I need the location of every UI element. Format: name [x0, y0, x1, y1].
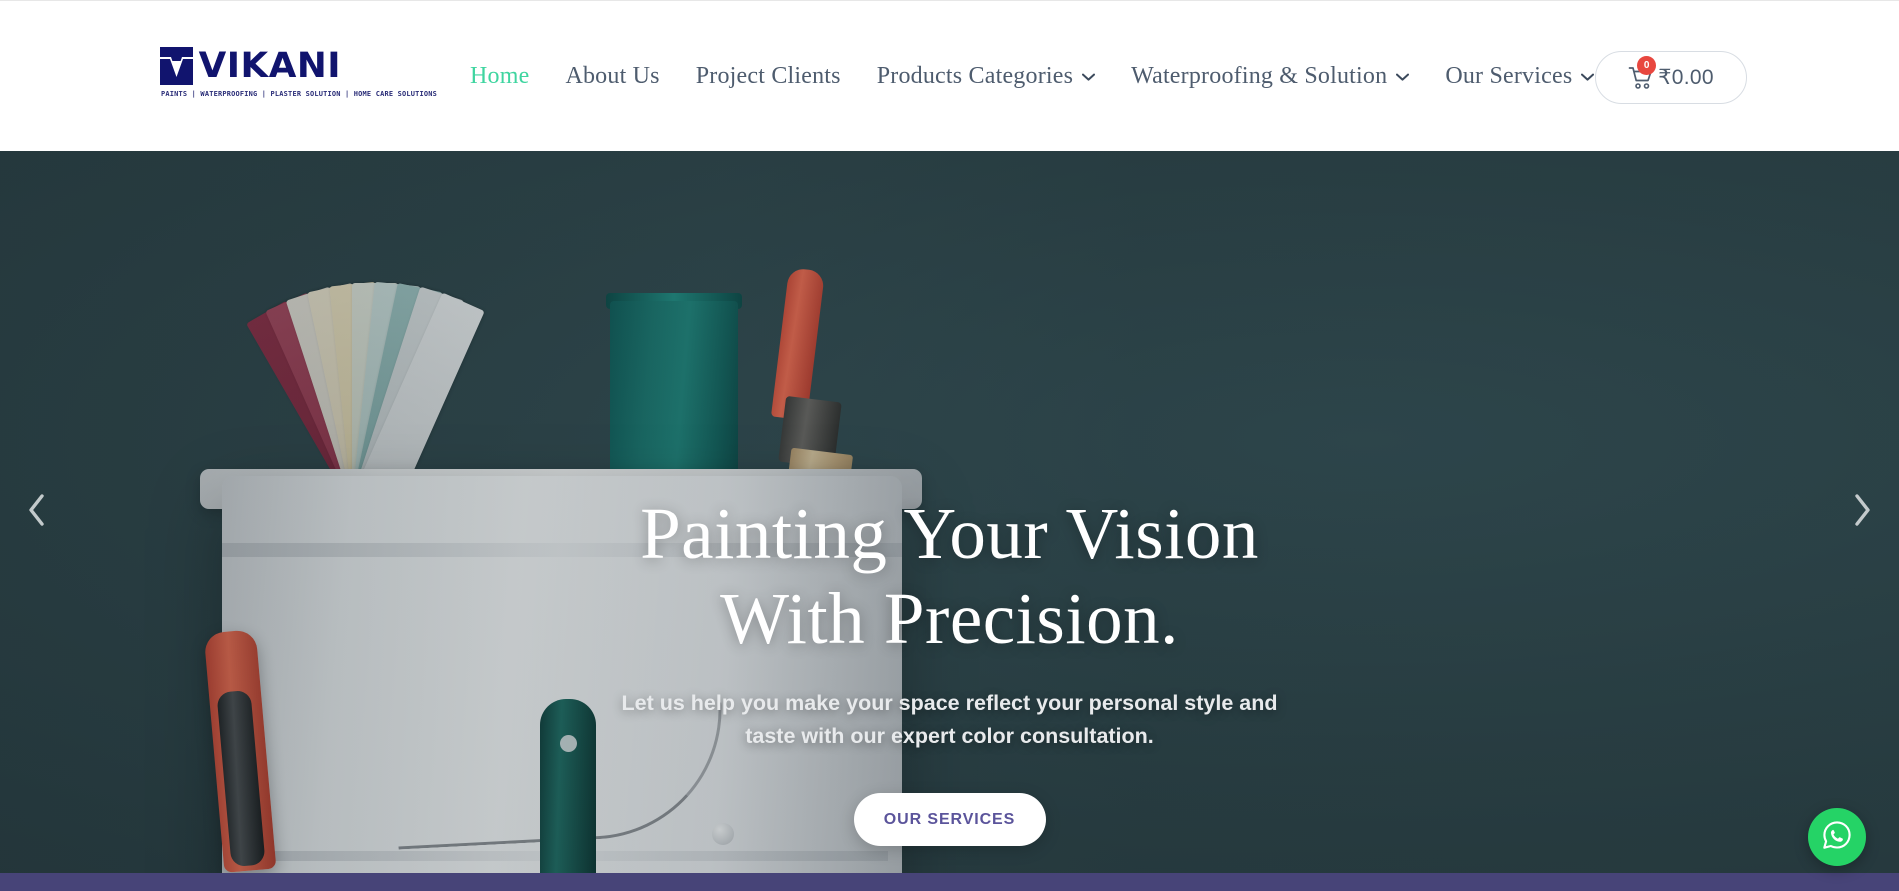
cart-icon-wrapper: 0 [1628, 55, 1657, 91]
nav-item-label: Project Clients [695, 63, 841, 89]
hero-content: Painting Your Vision With Precision. Let… [0, 151, 1899, 873]
hero-title-line-1: Painting Your Vision [640, 493, 1259, 574]
nav-item-products-categories[interactable]: Products Categories [859, 63, 1113, 90]
slider-dot-3[interactable] [974, 830, 989, 845]
cart-button[interactable]: 0 ₹0.00 [1595, 51, 1747, 104]
logo-tagline: PAINTS | WATERPROOFING | PLASTER SOLUTIO… [161, 89, 438, 98]
logo-row: VIKANI [160, 45, 342, 86]
site-logo[interactable]: VIKANI PAINTS | WATERPROOFING | PLASTER … [160, 45, 437, 98]
nav-item-our-services[interactable]: Our Services [1427, 63, 1612, 90]
nav-item-waterproofing-solution[interactable]: Waterproofing & Solution [1113, 63, 1427, 90]
site-header: VIKANI PAINTS | WATERPROOFING | PLASTER … [0, 0, 1899, 151]
nav-item-label: Home [470, 63, 530, 89]
hero-subtitle: Let us help you make your space reflect … [621, 690, 1278, 749]
cart-amount-label: ₹0.00 [1658, 66, 1714, 89]
logo-wordmark: VIKANI [198, 45, 342, 86]
hero-title: Painting Your Vision With Precision. [640, 491, 1259, 662]
nav-item-home[interactable]: Home [452, 63, 547, 90]
nav-item-label: Products Categories [876, 63, 1074, 89]
whatsapp-chat-button[interactable] [1808, 808, 1866, 866]
chevron-down-icon [1082, 73, 1096, 81]
page-bottom-strip [0, 873, 1899, 891]
vikani-logo-mark-icon [160, 47, 193, 85]
slider-dot-1[interactable] [910, 830, 925, 845]
chevron-down-icon [1581, 73, 1595, 81]
nav-item-label: About Us [565, 63, 660, 89]
primary-navigation: Home About Us Project Clients Products C… [452, 1, 1612, 152]
nav-item-label: Waterproofing & Solution [1131, 63, 1388, 89]
nav-item-about-us[interactable]: About Us [547, 63, 677, 90]
whatsapp-icon [1820, 818, 1854, 857]
chevron-down-icon [1396, 73, 1410, 81]
hero-slider: Painting Your Vision With Precision. Let… [0, 151, 1899, 873]
nav-item-label: Our Services [1445, 63, 1573, 89]
chevron-left-icon [24, 493, 50, 532]
cart-count-badge: 0 [1637, 55, 1657, 75]
nav-item-project-clients[interactable]: Project Clients [678, 63, 859, 90]
slider-pagination-dots [910, 830, 989, 845]
slider-prev-button[interactable] [14, 489, 60, 535]
chevron-right-icon [1849, 493, 1875, 532]
slider-dot-2[interactable] [942, 830, 957, 845]
hero-title-line-2: With Precision. [720, 578, 1179, 660]
slider-next-button[interactable] [1839, 489, 1885, 535]
